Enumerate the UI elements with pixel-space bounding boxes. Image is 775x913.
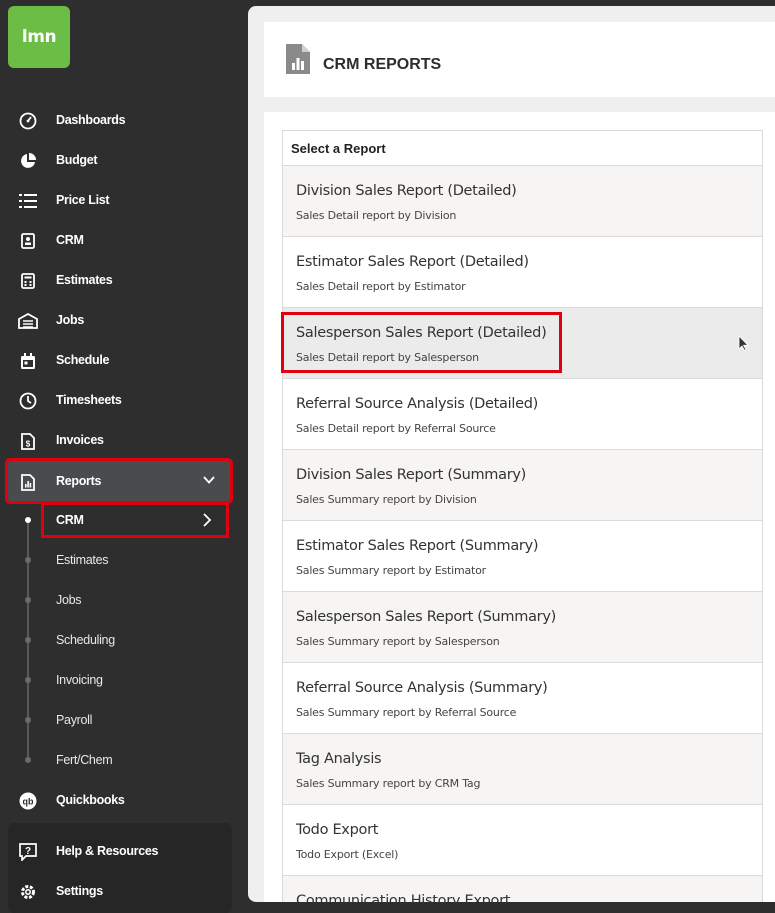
- reports-sub-invoicing[interactable]: Invoicing: [56, 673, 103, 687]
- dashboard-icon: [18, 111, 38, 131]
- submenu-dot: [25, 757, 31, 763]
- sidebar-item-timesheets[interactable]: Timesheets: [0, 380, 248, 420]
- sidebar-item-budget[interactable]: Budget: [0, 140, 248, 180]
- sidebar-item-schedule[interactable]: Schedule: [0, 340, 248, 380]
- mouse-cursor-icon: [738, 335, 749, 356]
- chevron-down-icon: [202, 473, 216, 492]
- sidebar-item-settings[interactable]: Settings: [0, 871, 248, 911]
- quickbooks-icon: qb: [18, 791, 38, 811]
- report-row[interactable]: Tag Analysis Sales Summary report by CRM…: [283, 734, 762, 805]
- svg-text:$: $: [26, 439, 31, 448]
- reports-sub-scheduling[interactable]: Scheduling: [56, 633, 115, 647]
- garage-icon: [18, 311, 38, 331]
- submenu-dot: [25, 637, 31, 643]
- highlight-box: [281, 312, 562, 373]
- svg-text:qb: qb: [23, 797, 34, 807]
- reports-sub-estimates[interactable]: Estimates: [56, 553, 108, 567]
- report-row[interactable]: Division Sales Report (Detailed) Sales D…: [283, 166, 762, 237]
- calendar-icon: [18, 351, 38, 371]
- lmn-logo[interactable]: lmn: [8, 6, 70, 68]
- submenu-dot: [25, 717, 31, 723]
- sidebar-item-jobs[interactable]: Jobs: [0, 300, 248, 340]
- sidebar-item-invoices[interactable]: $ Invoices: [0, 420, 248, 460]
- gear-icon: [18, 882, 38, 902]
- report-row[interactable]: Referral Source Analysis (Detailed) Sale…: [283, 379, 762, 450]
- report-row-salesperson-detailed[interactable]: Salesperson Sales Report (Detailed) Sale…: [281, 308, 762, 379]
- report-panel: Select a Report Division Sales Report (D…: [264, 112, 775, 902]
- sidebar-item-estimates[interactable]: Estimates: [0, 260, 248, 300]
- sidebar-item-quickbooks[interactable]: qb Quickbooks: [0, 780, 248, 820]
- submenu-dot: [25, 557, 31, 563]
- page-title: CRM REPORTS: [323, 56, 442, 73]
- report-list: Select a Report Division Sales Report (D…: [281, 130, 763, 902]
- sidebar-item-help[interactable]: ? Help & Resources: [0, 831, 248, 871]
- report-icon: [18, 472, 38, 492]
- sidebar-item-price-list[interactable]: Price List: [0, 180, 248, 220]
- sidebar-item-reports[interactable]: Reports: [5, 458, 233, 504]
- report-file-icon: [286, 44, 310, 79]
- report-row[interactable]: Referral Source Analysis (Summary) Sales…: [283, 663, 762, 734]
- report-row[interactable]: Estimator Sales Report (Detailed) Sales …: [283, 237, 762, 308]
- contact-card-icon: [18, 231, 38, 251]
- sidebar-item-dashboards[interactable]: Dashboards: [0, 100, 248, 140]
- main-content: CRM REPORTS Select a Report Division Sal…: [248, 6, 775, 902]
- submenu-dot-current: [25, 517, 31, 523]
- report-row[interactable]: Todo Export Todo Export (Excel): [283, 805, 762, 876]
- help-chat-icon: ?: [18, 842, 38, 862]
- reports-sub-jobs[interactable]: Jobs: [56, 593, 82, 607]
- list-icon: [18, 191, 38, 211]
- reports-sub-fert-chem[interactable]: Fert/Chem: [56, 753, 113, 767]
- invoice-icon: $: [18, 431, 38, 451]
- chevron-right-icon: [200, 512, 214, 531]
- submenu-dot: [25, 597, 31, 603]
- submenu-dot: [25, 677, 31, 683]
- report-list-header: Select a Report: [283, 131, 762, 166]
- report-row[interactable]: Communication History Export: [283, 876, 762, 902]
- clock-icon: [18, 391, 38, 411]
- sidebar-item-crm[interactable]: CRM: [0, 220, 248, 260]
- report-row[interactable]: Division Sales Report (Summary) Sales Su…: [283, 450, 762, 521]
- reports-sub-payroll[interactable]: Payroll: [56, 713, 92, 727]
- page-header: CRM REPORTS: [264, 22, 775, 97]
- svg-text:?: ?: [25, 846, 31, 857]
- pie-chart-icon: [18, 151, 38, 171]
- report-row[interactable]: Estimator Sales Report (Summary) Sales S…: [283, 521, 762, 592]
- sidebar: lmn Dashboards Budget Price List CRM Est…: [0, 0, 248, 913]
- reports-sub-crm[interactable]: CRM: [41, 502, 229, 538]
- calculator-icon: [18, 271, 38, 291]
- report-row[interactable]: Salesperson Sales Report (Summary) Sales…: [283, 592, 762, 663]
